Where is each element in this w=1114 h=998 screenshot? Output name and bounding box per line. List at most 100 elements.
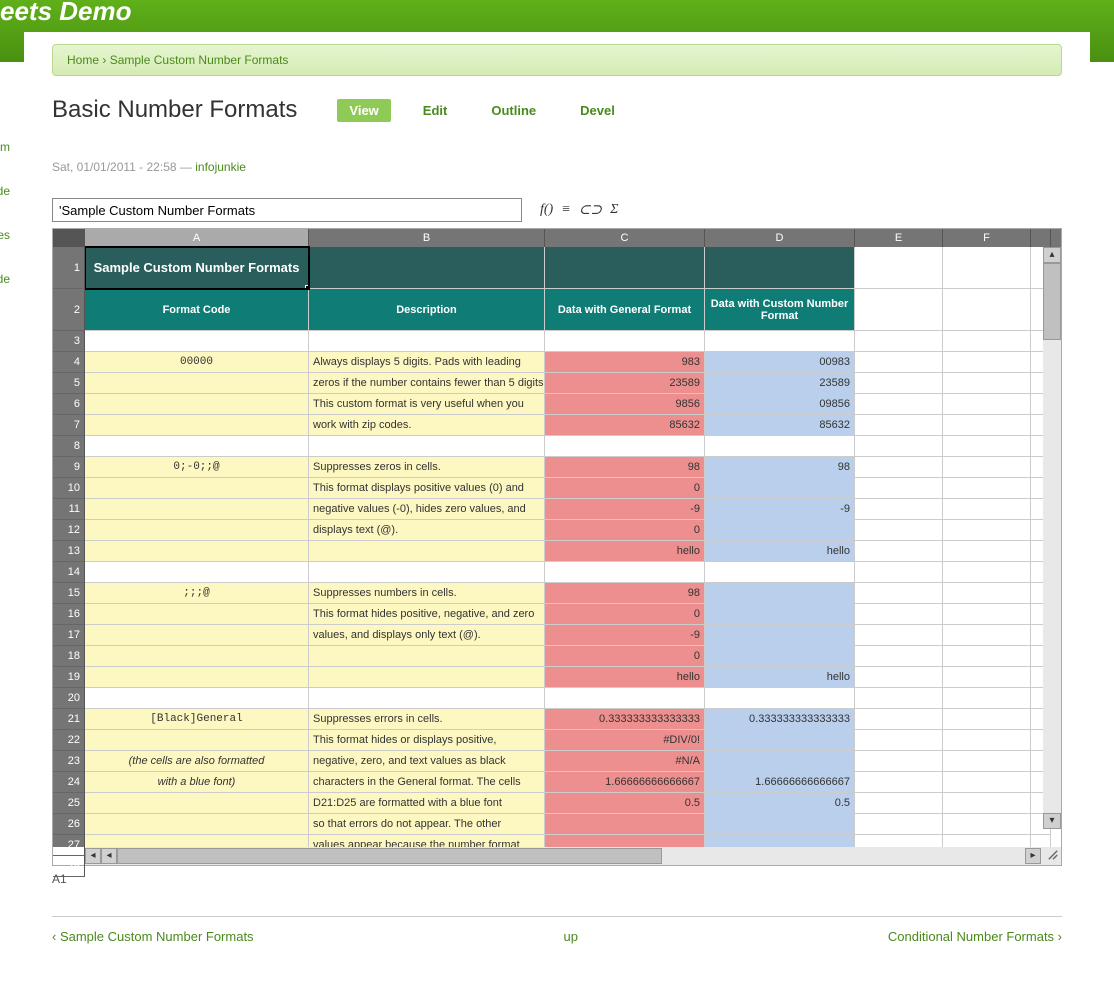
cell[interactable] xyxy=(85,478,309,499)
cell[interactable]: hello xyxy=(705,541,855,562)
pager-prev[interactable]: ‹ Sample Custom Number Formats xyxy=(52,929,254,944)
cell[interactable] xyxy=(855,247,943,289)
cell[interactable] xyxy=(309,331,545,352)
cell[interactable] xyxy=(309,562,545,583)
cell[interactable] xyxy=(943,562,1031,583)
cell[interactable] xyxy=(85,604,309,625)
cell[interactable]: Suppresses zeros in cells. xyxy=(309,457,545,478)
cell[interactable] xyxy=(855,415,943,436)
cell[interactable]: Data with Custom Number Format xyxy=(705,289,855,331)
row-header[interactable]: 14 xyxy=(53,562,85,583)
cell[interactable] xyxy=(943,373,1031,394)
cell[interactable] xyxy=(705,583,855,604)
row-header[interactable]: 24 xyxy=(53,772,85,793)
cell[interactable]: displays text (@). xyxy=(309,520,545,541)
row-header[interactable]: 10 xyxy=(53,478,85,499)
cell[interactable]: hello xyxy=(545,667,705,688)
cell[interactable]: This format hides or displays positive, xyxy=(309,730,545,751)
cell[interactable] xyxy=(943,835,1031,847)
cell[interactable] xyxy=(545,247,705,289)
row-header[interactable]: 15 xyxy=(53,583,85,604)
cell[interactable] xyxy=(705,751,855,772)
cell[interactable] xyxy=(85,667,309,688)
column-header-F[interactable]: F xyxy=(943,229,1031,247)
cell[interactable]: Description xyxy=(309,289,545,331)
cell[interactable] xyxy=(943,667,1031,688)
cell[interactable] xyxy=(943,688,1031,709)
cell[interactable] xyxy=(943,394,1031,415)
row-header[interactable]: 26 xyxy=(53,814,85,835)
column-header-D[interactable]: D xyxy=(705,229,855,247)
cell[interactable]: 983 xyxy=(545,352,705,373)
cell[interactable] xyxy=(85,436,309,457)
sidebar-link-fragment[interactable]: om xyxy=(0,140,10,154)
cell[interactable] xyxy=(855,751,943,772)
formula-bar[interactable] xyxy=(52,198,522,222)
cell[interactable]: 0 xyxy=(545,604,705,625)
cell[interactable] xyxy=(855,289,943,331)
cell[interactable]: D21:D25 are formatted with a blue font xyxy=(309,793,545,814)
cell[interactable]: 9856 xyxy=(545,394,705,415)
cell[interactable]: 0.5 xyxy=(705,793,855,814)
cell[interactable] xyxy=(943,478,1031,499)
cell[interactable] xyxy=(943,625,1031,646)
cell[interactable] xyxy=(855,793,943,814)
cell[interactable] xyxy=(943,583,1031,604)
cell[interactable] xyxy=(855,436,943,457)
row-header[interactable]: 6 xyxy=(53,394,85,415)
tab-edit[interactable]: Edit xyxy=(411,99,460,122)
cell[interactable] xyxy=(85,625,309,646)
cell[interactable]: This format hides positive, negative, an… xyxy=(309,604,545,625)
cell[interactable] xyxy=(705,730,855,751)
cell[interactable] xyxy=(943,814,1031,835)
resize-grip-icon[interactable] xyxy=(1045,848,1061,864)
cell[interactable] xyxy=(943,352,1031,373)
row-header[interactable]: 22 xyxy=(53,730,85,751)
cell[interactable] xyxy=(943,436,1031,457)
pager-up[interactable]: up xyxy=(563,929,577,944)
cell[interactable] xyxy=(943,247,1031,289)
cell[interactable]: Suppresses errors in cells. xyxy=(309,709,545,730)
scroll-down-icon[interactable]: ▾ xyxy=(1043,813,1061,829)
pager-next[interactable]: Conditional Number Formats › xyxy=(888,929,1062,944)
cell[interactable] xyxy=(545,562,705,583)
cell[interactable] xyxy=(85,793,309,814)
cell[interactable]: 0 xyxy=(545,646,705,667)
column-header-blank[interactable] xyxy=(1031,229,1051,247)
row-header[interactable]: 4 xyxy=(53,352,85,373)
column-header-E[interactable]: E xyxy=(855,229,943,247)
cell[interactable]: #DIV/0! xyxy=(545,730,705,751)
cell[interactable]: 0.333333333333333 xyxy=(705,709,855,730)
cell[interactable] xyxy=(309,541,545,562)
scroll-right-icon[interactable]: ▸ xyxy=(1025,848,1041,864)
cell[interactable]: 0.333333333333333 xyxy=(545,709,705,730)
cell[interactable]: 85632 xyxy=(705,415,855,436)
cell[interactable] xyxy=(855,331,943,352)
cell[interactable] xyxy=(85,835,309,847)
cell[interactable] xyxy=(545,688,705,709)
cell[interactable]: 0 xyxy=(545,520,705,541)
row-header[interactable]: 18 xyxy=(53,646,85,667)
cell[interactable]: 00983 xyxy=(705,352,855,373)
cell[interactable] xyxy=(309,667,545,688)
cell[interactable] xyxy=(705,688,855,709)
cell[interactable] xyxy=(705,478,855,499)
cell[interactable]: 0;-0;;@ xyxy=(85,457,309,478)
row-header[interactable]: 11 xyxy=(53,499,85,520)
cell[interactable] xyxy=(705,814,855,835)
cell[interactable]: 85632 xyxy=(545,415,705,436)
cell[interactable] xyxy=(855,478,943,499)
cell[interactable]: so that errors do not appear. The other xyxy=(309,814,545,835)
cell[interactable] xyxy=(855,730,943,751)
cell[interactable] xyxy=(855,583,943,604)
cell[interactable] xyxy=(943,415,1031,436)
row-header[interactable]: 9 xyxy=(53,457,85,478)
cell[interactable] xyxy=(85,814,309,835)
cell[interactable]: Sample Custom Number Formats xyxy=(85,247,309,289)
cell[interactable] xyxy=(705,646,855,667)
cell[interactable]: [Black]General xyxy=(85,709,309,730)
cell[interactable] xyxy=(943,541,1031,562)
selection-handle[interactable] xyxy=(305,285,309,289)
cell[interactable] xyxy=(705,331,855,352)
tab-view[interactable]: View xyxy=(337,99,390,122)
